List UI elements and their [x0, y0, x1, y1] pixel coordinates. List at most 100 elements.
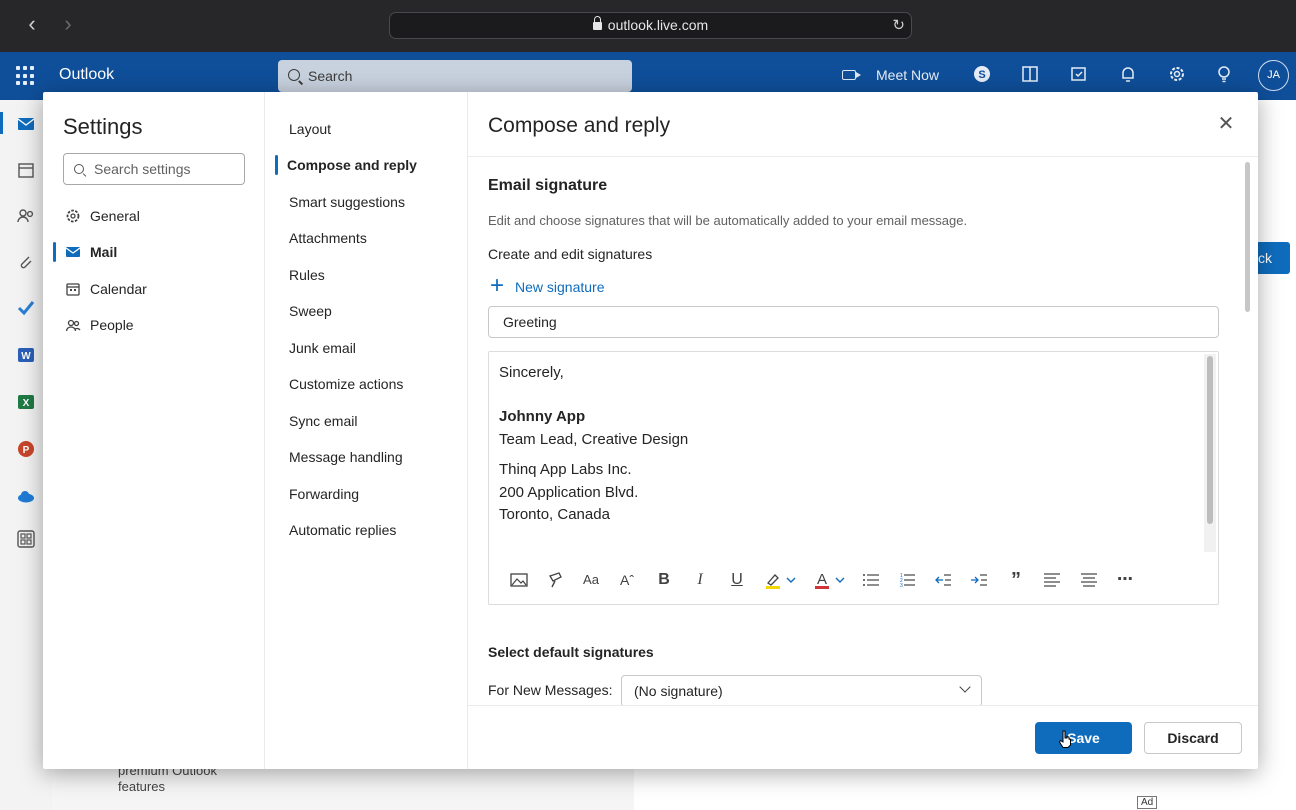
settings-dialog: Settings Search settings General Mail Ca… [43, 92, 1258, 769]
chevron-down-icon [959, 681, 971, 693]
align-center-icon[interactable] [1079, 566, 1099, 594]
numbering-icon[interactable]: 123 [897, 566, 917, 594]
highlight-icon[interactable] [762, 566, 802, 594]
format-painter-icon[interactable] [546, 566, 566, 594]
svg-text:3: 3 [900, 583, 903, 589]
new-signature-label: New signature [515, 279, 605, 295]
nav-item-calendar[interactable]: Calendar [63, 275, 253, 303]
subnav-customize-actions[interactable]: Customize actions [289, 372, 403, 396]
new-signature-button[interactable]: + New signature [488, 274, 605, 299]
nav-item-general[interactable]: General [63, 202, 253, 230]
nav-item-people[interactable]: People [63, 311, 253, 339]
office-icon[interactable] [1020, 64, 1040, 84]
browser-toolbar: ‹ › outlook.live.com ↻ [0, 0, 1296, 52]
signature-line: 200 Application Blvd. [499, 484, 639, 501]
subnav-layout[interactable]: Layout [289, 117, 331, 141]
footer-divider [468, 705, 1258, 706]
editor-scrollbar-thumb[interactable] [1207, 356, 1213, 524]
svg-text:W: W [21, 351, 31, 362]
subnav-forwarding[interactable]: Forwarding [289, 482, 359, 506]
people-icon [65, 319, 81, 332]
align-left-icon[interactable] [1042, 566, 1062, 594]
excel-icon[interactable]: X [16, 392, 36, 412]
people-icon[interactable] [16, 206, 36, 226]
app-name[interactable]: Outlook [59, 66, 114, 84]
word-icon[interactable]: W [16, 345, 36, 365]
todo-icon[interactable] [1069, 64, 1089, 84]
lightbulb-icon[interactable] [1214, 64, 1234, 84]
calendar-icon[interactable] [16, 160, 36, 180]
quote-icon[interactable]: ” [1006, 566, 1026, 594]
decrease-indent-icon[interactable] [933, 566, 953, 594]
video-camera-icon[interactable] [842, 70, 861, 80]
signature-editor[interactable]: Sincerely, Johnny App Team Lead, Creativ… [488, 351, 1219, 605]
gear-icon[interactable] [1167, 64, 1187, 84]
rail-active-indicator [0, 112, 3, 134]
font-icon[interactable]: Aa [581, 566, 601, 594]
bullets-icon[interactable] [861, 566, 881, 594]
subnav-message-handling[interactable]: Message handling [289, 445, 403, 469]
more-options-icon[interactable]: ⋯ [1115, 566, 1135, 594]
discard-button[interactable]: Discard [1144, 722, 1242, 754]
settings-search-placeholder: Search settings [94, 161, 191, 177]
subnav-junk-email[interactable]: Junk email [289, 336, 356, 360]
back-arrow-icon[interactable]: ‹ [20, 12, 44, 38]
nav-item-label: Calendar [90, 281, 147, 297]
subnav-rules[interactable]: Rules [289, 263, 325, 287]
powerpoint-icon[interactable]: P [16, 439, 36, 459]
bell-icon[interactable] [1118, 64, 1138, 84]
reload-icon[interactable]: ↻ [892, 13, 905, 38]
subnav-attachments[interactable]: Attachments [289, 226, 367, 250]
header-search-placeholder: Search [308, 68, 353, 84]
attachment-icon[interactable] [16, 252, 36, 272]
search-icon [288, 69, 300, 81]
forward-arrow-icon[interactable]: › [56, 12, 80, 38]
avatar[interactable]: JA [1258, 60, 1289, 91]
subnav-active-indicator [275, 155, 278, 175]
url-text: outlook.live.com [607, 17, 709, 33]
increase-indent-icon[interactable] [969, 566, 989, 594]
svg-text:P: P [23, 445, 30, 456]
nav-item-label: People [90, 317, 134, 333]
section-title: Email signature [488, 177, 608, 194]
font-color-icon[interactable]: A [811, 566, 851, 594]
skype-icon[interactable]: S [972, 64, 992, 84]
mail-icon [65, 247, 81, 257]
editor-scrollbar[interactable] [1204, 354, 1216, 552]
subnav-sweep[interactable]: Sweep [289, 299, 332, 323]
save-button[interactable]: Save [1035, 722, 1132, 754]
signature-name-input[interactable]: Greeting [488, 306, 1219, 338]
subnav-automatic-replies[interactable]: Automatic replies [289, 518, 396, 542]
italic-icon[interactable]: I [690, 566, 710, 594]
bold-icon[interactable]: B [654, 566, 674, 594]
settings-scroll-area[interactable]: Email signature Edit and choose signatur… [468, 157, 1258, 705]
nav-item-label: General [90, 208, 140, 224]
new-messages-signature-select[interactable]: (No signature) [621, 675, 982, 705]
onedrive-icon[interactable] [16, 486, 36, 506]
panel-scrollbar[interactable] [1245, 162, 1250, 312]
compose-reply-panel: Compose and reply ✕ Email signature Edit… [468, 92, 1258, 769]
gear-icon [66, 209, 80, 223]
ad-badge: Ad [1137, 796, 1158, 809]
subnav-sync-email[interactable]: Sync email [289, 409, 357, 433]
address-bar[interactable]: outlook.live.com ↻ [389, 12, 912, 39]
svg-text:A: A [817, 571, 827, 588]
subnav-compose-and-reply[interactable]: Compose and reply [287, 153, 417, 177]
format-toolbar: Aa Aˆ B I U A 123 ” ⋯ [499, 566, 1199, 594]
subnav-smart-suggestions[interactable]: Smart suggestions [289, 190, 405, 214]
font-size-icon[interactable]: Aˆ [617, 566, 637, 594]
close-icon[interactable]: ✕ [1216, 114, 1236, 134]
more-apps-icon[interactable] [16, 529, 36, 549]
svg-text:S: S [978, 69, 985, 81]
nav-item-mail[interactable]: Mail [63, 238, 253, 266]
nav-active-indicator [53, 242, 56, 262]
todo-check-icon[interactable] [16, 298, 36, 318]
settings-search-input[interactable]: Search settings [63, 153, 245, 185]
header-search-box[interactable]: Search [278, 60, 632, 92]
lock-icon [592, 16, 602, 30]
underline-icon[interactable]: U [727, 566, 747, 594]
app-launcher-icon[interactable] [16, 66, 36, 86]
insert-image-icon[interactable] [509, 566, 529, 594]
meet-now-button[interactable]: Meet Now [876, 67, 939, 83]
mail-icon[interactable] [16, 114, 36, 134]
